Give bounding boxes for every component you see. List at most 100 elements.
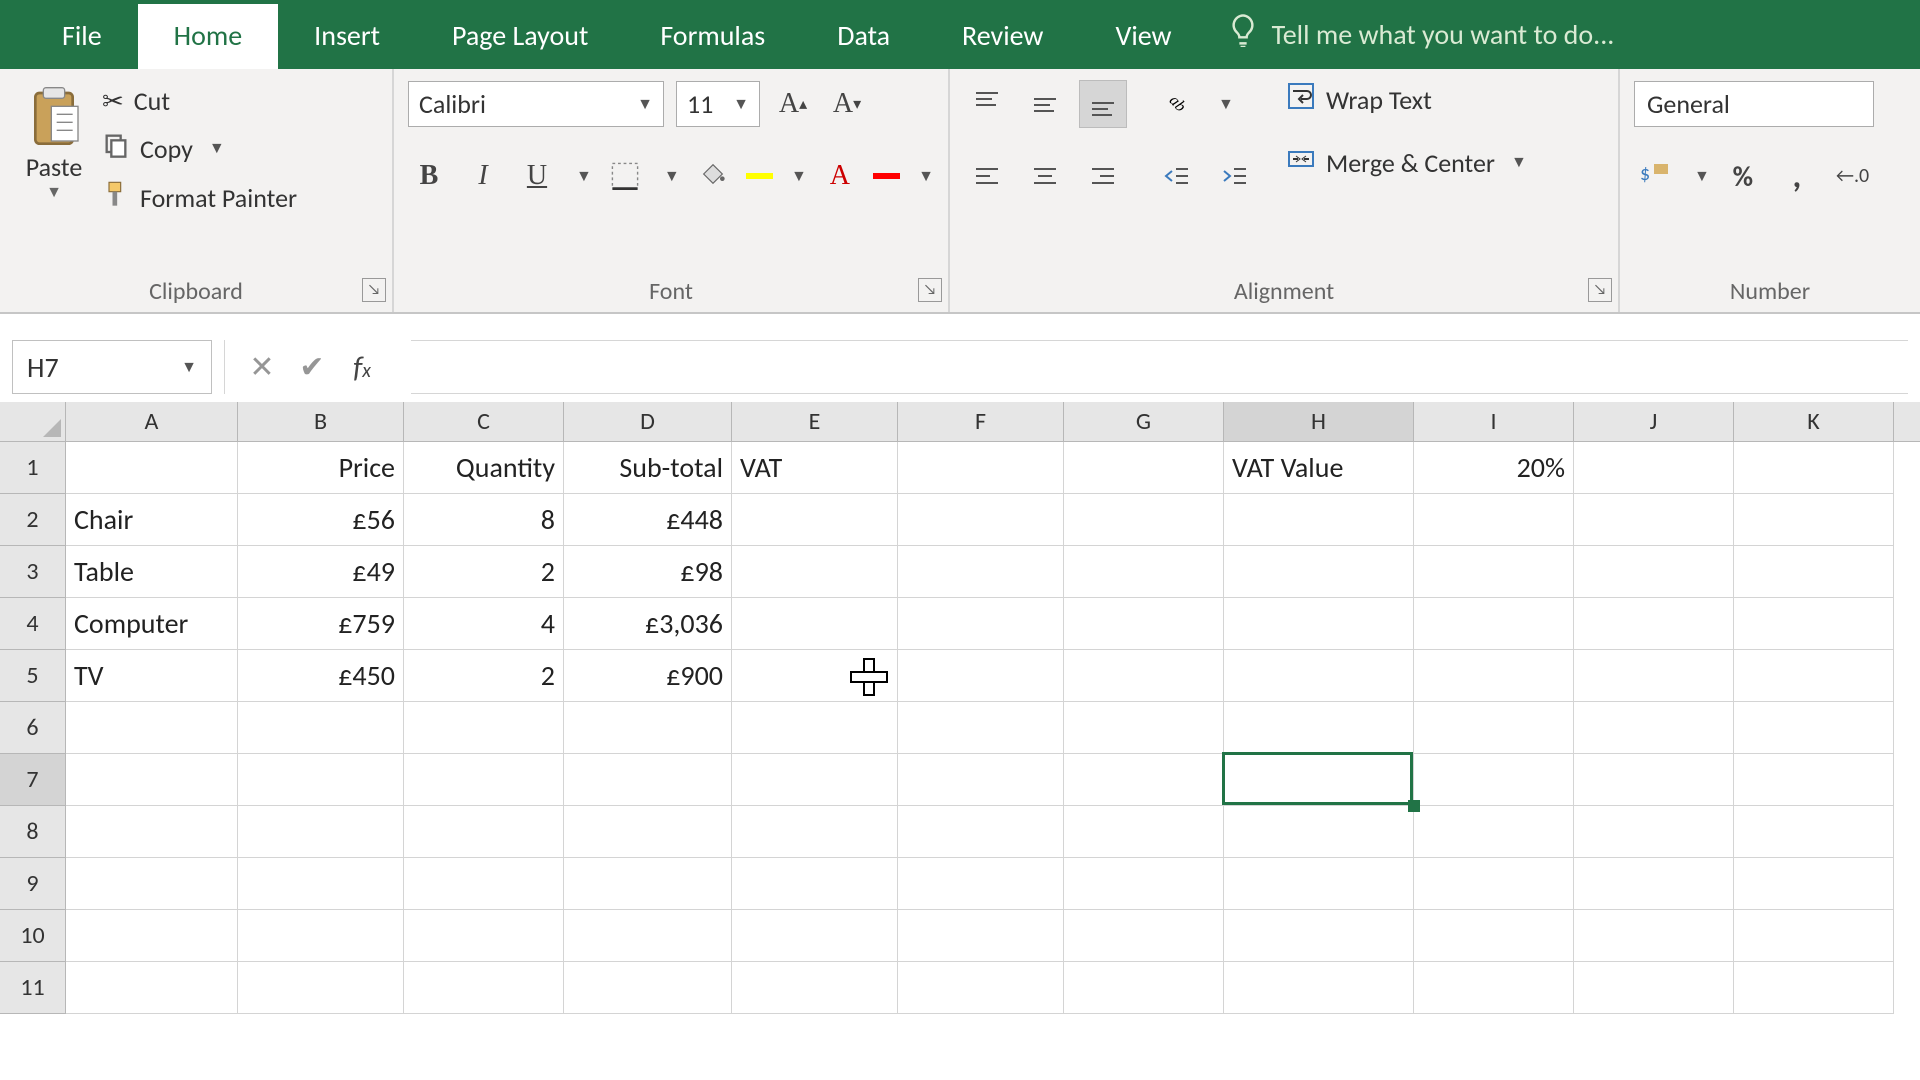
cell-J5[interactable] — [1574, 650, 1734, 702]
cell-F9[interactable] — [898, 858, 1064, 910]
cell-C3[interactable]: 2 — [404, 546, 564, 598]
cell-F10[interactable] — [898, 910, 1064, 962]
cell-J1[interactable] — [1574, 442, 1734, 494]
font-color-dropdown[interactable]: ▼ — [918, 167, 934, 186]
insert-function-button[interactable]: fx — [337, 340, 387, 394]
cell-K11[interactable] — [1734, 962, 1894, 1014]
cell-C5[interactable]: 2 — [404, 650, 564, 702]
cell-I10[interactable] — [1414, 910, 1574, 962]
cell-J4[interactable] — [1574, 598, 1734, 650]
cell-F2[interactable] — [898, 494, 1064, 546]
cell-H6[interactable] — [1224, 702, 1414, 754]
cell-A4[interactable]: Computer — [66, 598, 238, 650]
cell-E11[interactable] — [732, 962, 898, 1014]
cell-C8[interactable] — [404, 806, 564, 858]
cell-A9[interactable] — [66, 858, 238, 910]
cancel-formula-button[interactable]: ✕ — [237, 340, 287, 394]
cell-H2[interactable] — [1224, 494, 1414, 546]
cell-G7[interactable] — [1064, 754, 1224, 806]
cell-C1[interactable]: Quantity — [404, 442, 564, 494]
name-box[interactable]: H7 ▼ — [12, 340, 212, 394]
cell-G4[interactable] — [1064, 598, 1224, 650]
cell-E2[interactable] — [732, 494, 898, 546]
cell-K9[interactable] — [1734, 858, 1894, 910]
cell-D5[interactable]: £900 — [564, 650, 732, 702]
cell-D9[interactable] — [564, 858, 732, 910]
bold-button[interactable]: B — [408, 153, 450, 199]
column-header-H[interactable]: H — [1224, 402, 1414, 441]
cell-J3[interactable] — [1574, 546, 1734, 598]
cell-J10[interactable] — [1574, 910, 1734, 962]
tell-me-search[interactable]: Tell me what you want to do... — [1218, 0, 1625, 69]
cell-A6[interactable] — [66, 702, 238, 754]
font-color-button[interactable]: A — [819, 153, 861, 199]
increase-font-button[interactable]: A▴ — [772, 81, 814, 127]
cell-I9[interactable] — [1414, 858, 1574, 910]
cell-G8[interactable] — [1064, 806, 1224, 858]
cut-button[interactable]: ✂ Cut — [102, 85, 297, 117]
cell-J6[interactable] — [1574, 702, 1734, 754]
row-header-1[interactable]: 1 — [0, 442, 65, 494]
font-name-combo[interactable]: Calibri ▼ — [408, 81, 664, 127]
cell-F7[interactable] — [898, 754, 1064, 806]
cell-J9[interactable] — [1574, 858, 1734, 910]
decrease-indent-button[interactable] — [1154, 153, 1200, 199]
increase-indent-button[interactable] — [1212, 153, 1258, 199]
cell-G5[interactable] — [1064, 650, 1224, 702]
cell-D7[interactable] — [564, 754, 732, 806]
cell-H3[interactable] — [1224, 546, 1414, 598]
row-header-11[interactable]: 11 — [0, 962, 65, 1014]
align-right-button[interactable] — [1080, 153, 1126, 199]
cell-D11[interactable] — [564, 962, 732, 1014]
orientation-button[interactable]: ab — [1154, 81, 1200, 127]
cell-G10[interactable] — [1064, 910, 1224, 962]
cell-C10[interactable] — [404, 910, 564, 962]
cell-A1[interactable] — [66, 442, 238, 494]
tab-home[interactable]: Home — [138, 4, 279, 69]
cell-C11[interactable] — [404, 962, 564, 1014]
cell-I6[interactable] — [1414, 702, 1574, 754]
underline-button[interactable]: U — [516, 153, 558, 199]
cell-B10[interactable] — [238, 910, 404, 962]
cell-G11[interactable] — [1064, 962, 1224, 1014]
cell-I8[interactable] — [1414, 806, 1574, 858]
tab-review[interactable]: Review — [926, 4, 1079, 69]
cell-C2[interactable]: 8 — [404, 494, 564, 546]
cell-K1[interactable] — [1734, 442, 1894, 494]
column-header-B[interactable]: B — [238, 402, 404, 441]
column-header-E[interactable]: E — [732, 402, 898, 441]
borders-dropdown[interactable]: ▼ — [664, 167, 680, 186]
cell-I11[interactable] — [1414, 962, 1574, 1014]
row-header-10[interactable]: 10 — [0, 910, 65, 962]
merge-center-button[interactable]: Merge & Center ▼ — [1286, 144, 1527, 181]
cell-A3[interactable]: Table — [66, 546, 238, 598]
cell-A5[interactable]: TV — [66, 650, 238, 702]
cell-J11[interactable] — [1574, 962, 1734, 1014]
cell-D6[interactable] — [564, 702, 732, 754]
paste-dropdown[interactable]: ▼ — [46, 183, 62, 202]
accounting-dropdown[interactable]: ▼ — [1694, 167, 1710, 186]
cell-K8[interactable] — [1734, 806, 1894, 858]
cell-H8[interactable] — [1224, 806, 1414, 858]
cell-G3[interactable] — [1064, 546, 1224, 598]
row-header-5[interactable]: 5 — [0, 650, 65, 702]
cell-A2[interactable]: Chair — [66, 494, 238, 546]
orientation-dropdown[interactable]: ▼ — [1218, 95, 1234, 114]
row-header-7[interactable]: 7 — [0, 754, 65, 806]
comma-style-button[interactable]: , — [1776, 153, 1818, 199]
tab-data[interactable]: Data — [801, 4, 926, 69]
tab-formulas[interactable]: Formulas — [624, 4, 801, 69]
cell-E9[interactable] — [732, 858, 898, 910]
cell-K5[interactable] — [1734, 650, 1894, 702]
cell-J2[interactable] — [1574, 494, 1734, 546]
row-header-9[interactable]: 9 — [0, 858, 65, 910]
row-header-4[interactable]: 4 — [0, 598, 65, 650]
cell-K4[interactable] — [1734, 598, 1894, 650]
column-header-I[interactable]: I — [1414, 402, 1574, 441]
cell-A11[interactable] — [66, 962, 238, 1014]
fill-color-button[interactable] — [692, 153, 734, 199]
cell-D4[interactable]: £3,036 — [564, 598, 732, 650]
cell-K6[interactable] — [1734, 702, 1894, 754]
cell-G9[interactable] — [1064, 858, 1224, 910]
align-center-button[interactable] — [1022, 153, 1068, 199]
